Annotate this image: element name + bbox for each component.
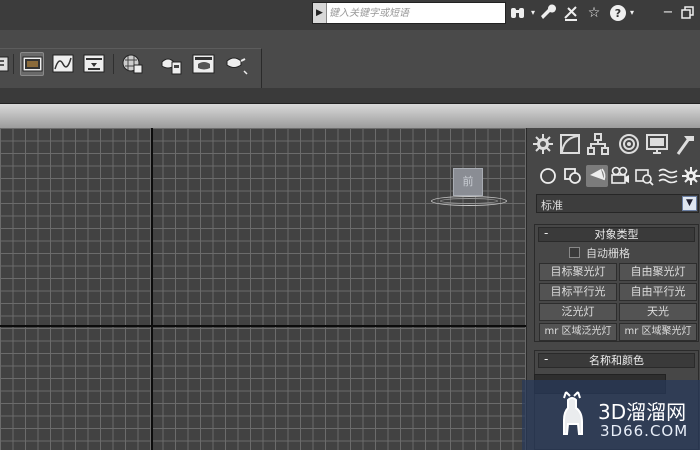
- perspective-viewport[interactable]: 前: [0, 128, 526, 450]
- ribbon-strip: [0, 88, 700, 104]
- free-direct-button[interactable]: 自由平行光: [619, 283, 697, 301]
- curve-editor-icon[interactable]: [51, 52, 75, 76]
- render-setup-icon[interactable]: [82, 52, 106, 76]
- rollout-title: 名称和颜色: [589, 354, 644, 367]
- grid-axis-horizontal: [0, 325, 526, 327]
- utilities-tab-icon[interactable]: [674, 132, 698, 156]
- geometry-category-icon[interactable]: [537, 165, 559, 187]
- omni-button[interactable]: 泛光灯: [539, 303, 617, 321]
- skylight-button[interactable]: 天光: [619, 303, 697, 321]
- rollout-title: 对象类型: [594, 228, 639, 241]
- favorites-star-icon[interactable]: ☆: [585, 4, 603, 22]
- modify-tab-icon[interactable]: [558, 132, 582, 156]
- window-controls: −: [654, 4, 700, 22]
- create-tab-icon[interactable]: [531, 132, 555, 156]
- autogrid-label: 自动栅格: [586, 247, 630, 260]
- grid-axis-vertical: [151, 128, 153, 450]
- dropdown-value: 标准: [541, 199, 563, 212]
- lights-category-icon[interactable]: [586, 165, 608, 187]
- object-type-rollout-header[interactable]: - 对象类型: [538, 226, 695, 242]
- material-editor-icon[interactable]: [20, 52, 44, 76]
- helpers-category-icon[interactable]: [633, 165, 655, 187]
- render-production-icon[interactable]: [160, 52, 184, 76]
- watermark-subtitle: 3D66.COM: [600, 422, 689, 440]
- display-tab-icon[interactable]: [645, 132, 669, 156]
- binoculars-icon[interactable]: [509, 4, 527, 22]
- space-warps-category-icon[interactable]: [657, 165, 679, 187]
- minimize-icon[interactable]: −: [658, 4, 678, 22]
- shapes-category-icon[interactable]: [562, 165, 584, 187]
- title-bar: ▶ ▾ ☆ ? ▾ −: [0, 0, 700, 30]
- watermark-title: 3D溜溜网: [598, 400, 687, 424]
- target-direct-button[interactable]: 目标平行光: [539, 283, 617, 301]
- toolbar-separator: [13, 54, 14, 74]
- target-spot-button[interactable]: 目标聚光灯: [539, 263, 617, 281]
- watermark-logo: 3D溜溜网 3D66.COM: [522, 380, 700, 450]
- mr-area-spot-button[interactable]: mr 区域聚光灯: [619, 323, 697, 341]
- wrench-icon[interactable]: [539, 4, 557, 22]
- toolbar-separator: [113, 54, 114, 74]
- cameras-category-icon[interactable]: [609, 165, 631, 187]
- search-input[interactable]: [329, 4, 503, 22]
- main-toolbar: [0, 30, 700, 116]
- activeshade-icon[interactable]: [224, 52, 248, 76]
- restore-icon[interactable]: [678, 4, 698, 22]
- viewcube-light-gizmo[interactable]: 前: [453, 168, 483, 196]
- viewport-label-bar: [0, 104, 700, 128]
- mr-area-omni-button[interactable]: mr 区域泛光灯: [539, 323, 617, 341]
- free-spot-button[interactable]: 自由聚光灯: [619, 263, 697, 281]
- satellite-icon[interactable]: [562, 4, 580, 22]
- checkbox-square[interactable]: [569, 247, 580, 258]
- light-target-inner-ring: [440, 198, 498, 204]
- deer-logo-icon: [563, 391, 583, 435]
- render-frame-window-icon[interactable]: [120, 52, 144, 76]
- help-dropdown-icon[interactable]: ▾: [628, 4, 636, 22]
- render-iterative-icon[interactable]: [192, 52, 216, 76]
- svg-text:?: ?: [615, 7, 621, 20]
- object-type-rollout: - 对象类型 自动栅格 目标聚光灯 自由聚光灯 目标平行光 自由平行光 泛光灯 …: [534, 224, 699, 342]
- dropdown-chevron-icon[interactable]: ▼: [682, 196, 697, 211]
- search-options-dropdown-icon[interactable]: ▾: [529, 4, 537, 22]
- hierarchy-tab-icon[interactable]: [586, 132, 610, 156]
- systems-category-icon[interactable]: [680, 165, 700, 187]
- name-color-rollout-header[interactable]: - 名称和颜色: [538, 352, 695, 368]
- motion-tab-icon[interactable]: [616, 132, 640, 156]
- light-type-dropdown[interactable]: 标准 ▼: [536, 194, 699, 213]
- search-box: ▶: [312, 2, 506, 24]
- search-expand-arrow-icon[interactable]: ▶: [313, 3, 327, 23]
- help-icon[interactable]: ?: [609, 4, 627, 22]
